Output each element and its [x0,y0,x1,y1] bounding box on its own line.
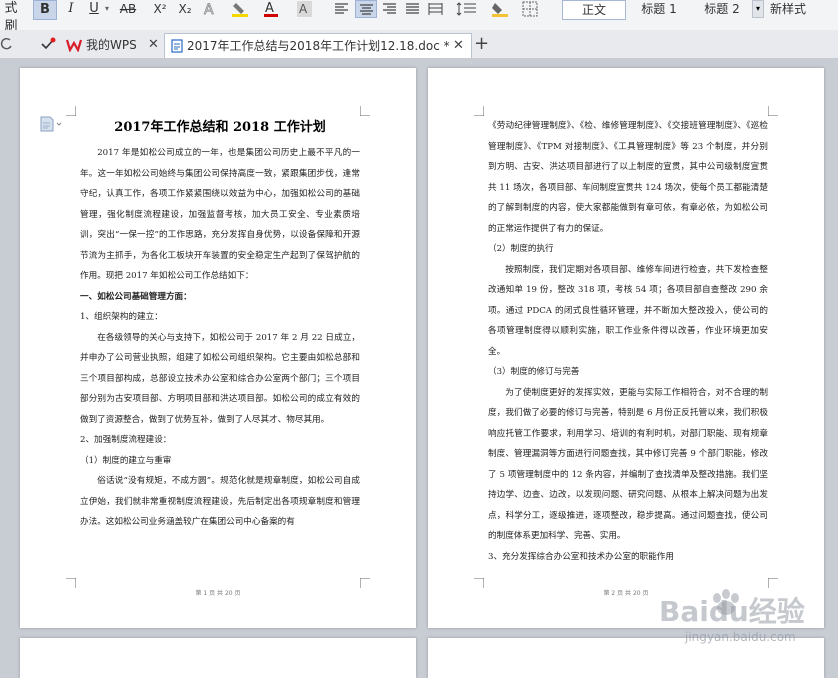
document-page-1[interactable]: 2017年工作总结和 2018 工作计划 2017 年是如松公司成立的一年，也是… [20,68,416,628]
paragraph: 2、加强制度流程建设： [80,435,172,445]
corner-mark [474,578,484,588]
align-right-icon[interactable] [382,2,398,16]
tab-my-wps[interactable]: 我的WPS ✕ [62,33,160,57]
strikethrough-button[interactable]: AB [116,0,140,18]
format-painter-button[interactable]: 式刷 [0,0,22,34]
corner-mark [66,578,76,588]
tab-document[interactable]: 2017年工作总结与2018年工作计划12.18.doc * ✕ [164,33,472,58]
corner-mark [66,106,76,116]
document-title: 2017年工作总结和 2018 工作计划 [114,120,326,135]
border-icon[interactable] [522,1,540,17]
paragraph: 按照制度，我们定期对各项目部、维修车间进行检查，共下发检查整改通知单 19 份，… [488,264,768,357]
bold-button[interactable]: B [33,0,57,20]
align-center-icon [360,4,373,15]
tab-document-label: 2017年工作总结与2018年工作计划12.18.doc * [187,39,450,53]
line-spacing-icon[interactable] [456,2,478,16]
wps-logo-icon [66,39,82,52]
page-2-paragraphs: 《劳动纪律管理制度》、《检、维修管理制度》、《交接班管理制度》、《巡检管理制度》… [488,116,768,567]
style-normal[interactable]: 正文 [562,0,626,20]
paragraph-shading-icon[interactable] [490,0,514,18]
new-style-button[interactable]: 新样式 [770,0,838,18]
paragraph: 一、如松公司基础管理方面： [80,291,192,302]
paragraph: （2）制度的执行 [488,244,554,254]
paragraph: 1、组织架构的建立： [80,312,163,322]
close-icon[interactable]: ✕ [148,33,159,57]
document-page-2[interactable]: 《劳动纪律管理制度》、《检、维修管理制度》、《交接班管理制度》、《巡检管理制度》… [428,68,824,628]
document-icon [171,39,183,53]
style-heading-1[interactable]: 标题 1 [628,0,690,18]
paragraph: （1）制度的建立与重审 [80,455,172,466]
tab-my-wps-label: 我的WPS [86,38,137,52]
svg-text:A: A [265,1,274,16]
corner-mark [360,106,370,116]
page-1-paragraphs: 2017 年是如松公司成立的一年，也是集团公司历史上最不平凡的一年。这一年如松公… [80,143,360,533]
page-2-body: 《劳动纪律管理制度》、《检、维修管理制度》、《交接班管理制度》、《巡检管理制度》… [488,116,768,567]
back-icon[interactable] [0,37,14,51]
align-left-icon[interactable] [334,2,350,16]
italic-button[interactable]: I [62,0,80,18]
char-shading-icon[interactable]: A [296,0,314,18]
corner-mark [360,578,370,588]
svg-text:A: A [299,2,308,16]
paragraph: （3）制度的修订与完善 [488,367,580,377]
formatting-toolbar: 式刷 B I U ▾ AB X² X₂ A A A 正文 标题 1 标题 2 ▾… [0,0,838,34]
highlight-icon[interactable] [230,0,254,18]
document-page-3-top[interactable] [20,638,416,678]
baidu-jingyan-watermark: Baidu经验 jingyan.baidu.com [655,584,831,650]
text-effect-icon[interactable]: A [202,1,218,17]
close-icon[interactable]: ✕ [453,34,464,58]
corner-mark [474,106,484,116]
paragraph: 2017 年是如松公司成立的一年，也是集团公司历史上最不平凡的一年。这一年如松公… [80,148,360,281]
svg-text:A: A [204,2,214,17]
justify-icon[interactable] [405,2,421,16]
style-heading-2[interactable]: 标题 2 [694,0,750,18]
underline-button[interactable]: U [86,0,102,18]
superscript-button[interactable]: X² [150,0,170,18]
paragraph: 3、充分发挥综合办公室和技术办公室的职能作用 [488,551,674,562]
paragraph: 在各级领导的关心与支持下，如松公司于 2017 年 2 月 22 日成立，并申办… [80,332,360,425]
pin-icon[interactable] [40,36,58,52]
page-footer: 第 1 页 共 20 页 [195,590,241,597]
watermark-brand: Baidu经验 [659,595,805,628]
distributed-icon[interactable] [428,2,444,16]
underline-dropdown-icon[interactable]: ▾ [102,0,112,18]
paragraph: 为了使制度更好的发挥实效，更能与实际工作相符合，对不合理的制度，我们做了必要的修… [488,387,768,542]
document-tab-bar: 我的WPS ✕ 2017年工作总结与2018年工作计划12.18.doc * ✕… [0,30,838,59]
new-tab-plus-icon[interactable]: + [474,33,489,55]
subscript-button[interactable]: X₂ [174,0,196,18]
page-layout-icon[interactable] [40,116,64,132]
style-gallery-dropdown-icon[interactable]: ▾ [752,0,764,18]
watermark-url: jingyan.baidu.com [685,630,796,644]
corner-mark [768,106,778,116]
font-color-icon[interactable]: A [262,0,282,18]
align-center-button[interactable] [355,0,377,18]
page-1-body: 2017年工作总结和 2018 工作计划 2017 年是如松公司成立的一年，也是… [80,116,360,533]
paragraph: 俗话说“没有规矩，不成方圆”。规范化就是规章制度，如松公司自成立伊始，我们就非常… [80,476,360,527]
paragraph: 《劳动纪律管理制度》、《检、维修管理制度》、《交接班管理制度》、《巡检管理制度》… [488,121,768,234]
